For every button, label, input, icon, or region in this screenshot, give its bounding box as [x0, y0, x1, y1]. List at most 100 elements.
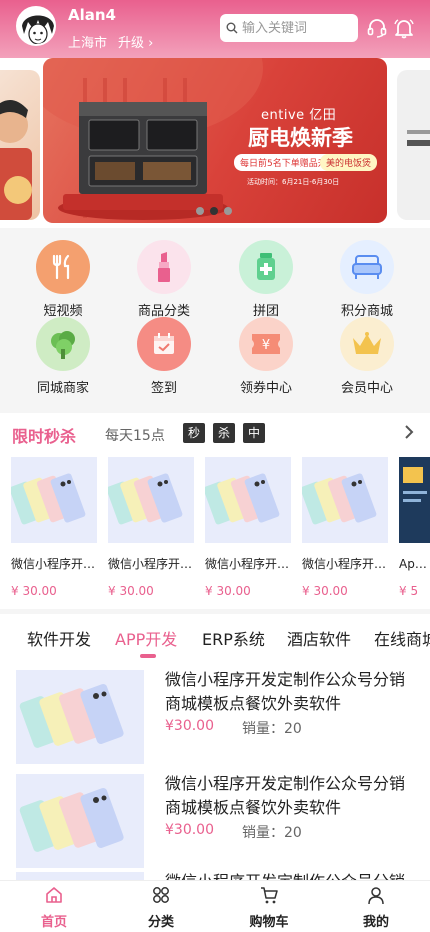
banner-title: 厨电焕新季 [248, 126, 353, 150]
medicine-bottle-icon [239, 240, 293, 294]
tab-software-dev[interactable]: 软件开发 [27, 626, 91, 650]
phone-product-image [302, 457, 388, 543]
svg-text:¥: ¥ [262, 338, 270, 353]
nav-home[interactable]: 首页 [14, 885, 94, 930]
search-icon [226, 22, 238, 34]
phone-product-image [205, 457, 291, 543]
flash-item-price: ¥ 30.00 [11, 584, 57, 598]
flash-item-name: 微信小程序开发定制作公众号 [11, 557, 97, 571]
nav-cart[interactable]: 购物车 [229, 885, 309, 930]
menu-item-group-buy[interactable]: 拼团 [221, 240, 311, 319]
phone-product-image [16, 670, 144, 764]
username: Alan4 [68, 6, 116, 24]
product-sales: 销量：20 [242, 825, 302, 841]
cart-icon [261, 887, 278, 904]
menu-label: 同城商家 [36, 381, 89, 396]
nav-category[interactable]: 分类 [121, 885, 201, 930]
carousel-dots [196, 207, 232, 215]
carousel-dot[interactable] [224, 207, 232, 215]
product-list: 微信小程序开发定制作公众号分销商城模板点餐饮外卖软件 ¥30.00 销量：20 … [0, 662, 430, 880]
app-product-image [399, 457, 430, 543]
product-price: ¥30.00 [165, 718, 214, 734]
category-icon [153, 887, 169, 903]
search-input[interactable] [242, 20, 352, 36]
product-title: 微信小程序开发定制作公众号分销商城模板点餐饮外卖软件 [165, 670, 406, 713]
flash-item-price: ¥ 30.00 [302, 584, 348, 598]
flash-item-name: 微信小程序开发定制作公众号 [205, 557, 291, 571]
phone-product-image [16, 872, 144, 880]
tab-erp-system[interactable]: ERP系统 [202, 626, 265, 650]
phone-product-image [16, 774, 144, 868]
banner-date: 活动时间：6月21日-6月30日 [247, 178, 340, 186]
product-sales: 销量：20 [242, 721, 302, 737]
home-icon [46, 887, 62, 903]
menu-item-coupon-center[interactable]: ¥ 领券中心 [221, 317, 311, 396]
menu-label: 领券中心 [239, 381, 292, 396]
nav-label: 购物车 [249, 915, 289, 930]
banner-side-left[interactable] [0, 70, 40, 220]
menu-grid: 短视频 商品分类 拼团 积分商城 同城商家 签到 ¥ 领券中心 会员中心 [0, 228, 430, 408]
active-tab-indicator [140, 654, 156, 658]
carousel-dot-active[interactable] [210, 207, 218, 215]
tab-hotel-software[interactable]: 酒店软件 [287, 626, 351, 650]
flash-sale-subtitle: 每天15点 [105, 428, 165, 444]
city-label[interactable]: 上海市 [68, 32, 107, 51]
flash-card[interactable]: App开发 ¥ 5 [399, 457, 430, 598]
flash-item-name: 微信小程序开发定制作公众号 [108, 557, 194, 571]
vegetable-icon [36, 317, 90, 371]
phone-product-image [11, 457, 97, 543]
sofa-icon [340, 240, 394, 294]
flash-card[interactable]: 微信小程序开发定制作公众号 ¥ 30.00 [11, 457, 97, 598]
upgrade-link[interactable]: 升级 › [118, 32, 153, 51]
product-item[interactable]: 微信小程序开发定制作公众号分销商城模板点餐饮外卖软件 ¥30.00 销量：20 [0, 770, 430, 868]
flash-card[interactable]: 微信小程序开发定制作公众号 ¥ 30.00 [205, 457, 291, 598]
flash-tag: 中 [243, 423, 265, 443]
nav-label: 分类 [147, 915, 174, 930]
flash-card[interactable]: 微信小程序开发定制作公众号 ¥ 30.00 [108, 457, 194, 598]
bottom-nav: 首页 分类 购物车 我的 [0, 880, 430, 932]
menu-item-local-merchants[interactable]: 同城商家 [18, 317, 108, 396]
product-item[interactable]: 微信小程序开发定制作公众号分销商城模板点餐饮外卖软件 [0, 868, 430, 880]
bell-icon[interactable] [392, 16, 416, 40]
banner-carousel[interactable]: entive 亿田 厨电焕新季 每日前5名下单赠品升级 美的电饭煲 活动时间：6… [0, 58, 430, 228]
banner-side-right[interactable] [397, 70, 430, 220]
tab-online-mall[interactable]: 在线商城 [374, 626, 430, 650]
chevron-right-icon[interactable] [402, 423, 416, 441]
nav-label: 首页 [40, 915, 67, 930]
flash-sale-section: 限时秒杀 每天15点 秒 杀 中 微信小程序开发定制作公众号 ¥ 30.00 [0, 413, 430, 609]
product-price: ¥30.00 [165, 822, 214, 838]
menu-item-check-in[interactable]: 签到 [119, 317, 209, 396]
lipstick-icon [137, 240, 191, 294]
product-title: 微信小程序开发定制作公众号分销商城模板点餐饮外卖软件 [165, 870, 415, 880]
calendar-icon [137, 317, 191, 371]
user-icon [368, 887, 384, 905]
flash-sale-title: 限时秒杀 [12, 427, 77, 446]
banner-gift-pill: 美的电饭煲 [320, 154, 378, 171]
fork-knife-icon [36, 240, 90, 294]
category-tabs: 软件开发 APP开发 ERP系统 酒店软件 在线商城 [0, 614, 430, 662]
flash-item-price: ¥ 30.00 [205, 584, 251, 598]
flash-tag: 秒 [183, 423, 205, 443]
menu-item-short-video[interactable]: 短视频 [18, 240, 108, 319]
menu-item-points-mall[interactable]: 积分商城 [322, 240, 412, 319]
banner-main[interactable]: entive 亿田 厨电焕新季 每日前5名下单赠品升级 美的电饭煲 活动时间：6… [43, 58, 387, 223]
flash-tag: 杀 [213, 423, 235, 443]
product-title: 微信小程序开发定制作公众号分销商城模板点餐饮外卖软件 [165, 774, 406, 817]
flash-item-price: ¥ 5 [399, 584, 419, 598]
headset-icon[interactable] [365, 16, 389, 40]
avatar[interactable] [16, 6, 56, 46]
menu-item-categories[interactable]: 商品分类 [119, 240, 209, 319]
flash-card[interactable]: 微信小程序开发定制作公众号 ¥ 30.00 [302, 457, 388, 598]
menu-item-member-center[interactable]: 会员中心 [322, 317, 412, 396]
crown-icon [340, 317, 394, 371]
tab-app-dev[interactable]: APP开发 [115, 626, 177, 650]
menu-label: 会员中心 [340, 381, 393, 396]
product-item[interactable]: 微信小程序开发定制作公众号分销商城模板点餐饮外卖软件 ¥30.00 销量：20 [0, 666, 430, 764]
nav-label: 我的 [362, 915, 389, 930]
flash-item-name: 微信小程序开发定制作公众号 [302, 557, 388, 571]
carousel-dot[interactable] [196, 207, 204, 215]
coupon-icon: ¥ [239, 317, 293, 371]
search-box[interactable] [220, 14, 358, 42]
nav-profile[interactable]: 我的 [336, 885, 416, 930]
banner-brand: entive 亿田 [261, 108, 337, 123]
